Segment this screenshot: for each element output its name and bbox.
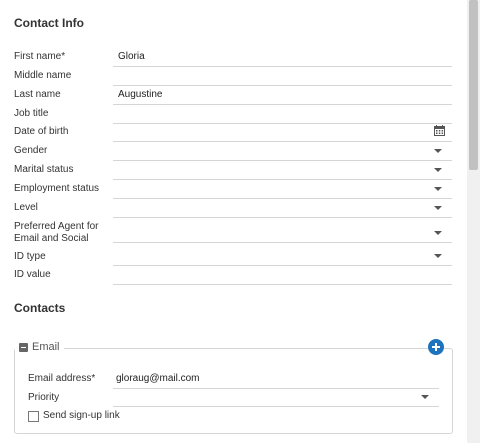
middle-name-field[interactable] [113, 67, 452, 86]
last-name-label: Last name [14, 89, 61, 100]
id-value-field[interactable] [113, 266, 452, 285]
email-group-legend[interactable]: Email [15, 341, 64, 353]
gender-label: Gender [14, 145, 48, 156]
chevron-down-icon[interactable] [434, 168, 442, 172]
date-of-birth-label: Date of birth [14, 126, 69, 137]
email-address-label: Email address* [28, 373, 96, 384]
first-name-label: First name* [14, 51, 66, 62]
calendar-icon[interactable] [434, 125, 445, 136]
marital-status-label: Marital status [14, 164, 74, 175]
job-title-label: Job title [14, 108, 49, 119]
employment-status-dropdown[interactable] [113, 180, 452, 199]
scrollbar-thumb[interactable] [469, 0, 478, 170]
contact-info-title: Contact Info [14, 16, 84, 30]
gender-dropdown[interactable] [113, 142, 452, 161]
level-dropdown[interactable] [113, 199, 452, 218]
priority-dropdown[interactable] [113, 388, 439, 407]
chevron-down-icon[interactable] [434, 187, 442, 191]
id-type-label: ID type [14, 251, 46, 262]
chevron-down-icon[interactable] [434, 149, 442, 153]
last-name-field[interactable]: Augustine [113, 86, 452, 105]
preferred-agent-dropdown[interactable] [113, 224, 452, 243]
minus-square-icon[interactable] [19, 342, 28, 352]
employment-status-label: Employment status [14, 183, 100, 194]
chevron-down-icon[interactable] [434, 206, 442, 210]
last-name-value: Augustine [118, 89, 163, 100]
email-address-field[interactable]: gloraug@mail.com [113, 370, 439, 389]
send-signup-label[interactable]: Send sign-up link [43, 410, 120, 422]
scrollbar-track[interactable] [467, 0, 480, 443]
preferred-agent-label: Preferred Agent for Email and Social [14, 221, 99, 244]
level-label: Level [14, 202, 38, 213]
email-group-legend-label: Email [32, 341, 60, 353]
date-of-birth-field[interactable] [113, 123, 452, 142]
marital-status-dropdown[interactable] [113, 161, 452, 180]
job-title-field[interactable] [113, 105, 452, 124]
priority-label: Priority [28, 392, 60, 403]
contacts-title: Contacts [14, 301, 66, 315]
middle-name-label: Middle name [14, 70, 72, 81]
chevron-down-icon[interactable] [434, 254, 442, 258]
first-name-field[interactable]: Gloria [113, 48, 452, 67]
send-signup-checkbox[interactable] [28, 411, 39, 422]
id-value-label: ID value [14, 269, 51, 280]
email-address-value: gloraug@mail.com [116, 373, 200, 384]
add-circle-icon[interactable] [428, 339, 444, 355]
chevron-down-icon[interactable] [434, 231, 442, 235]
id-type-dropdown[interactable] [113, 247, 452, 266]
chevron-down-icon[interactable] [421, 395, 429, 399]
first-name-value: Gloria [118, 51, 145, 62]
